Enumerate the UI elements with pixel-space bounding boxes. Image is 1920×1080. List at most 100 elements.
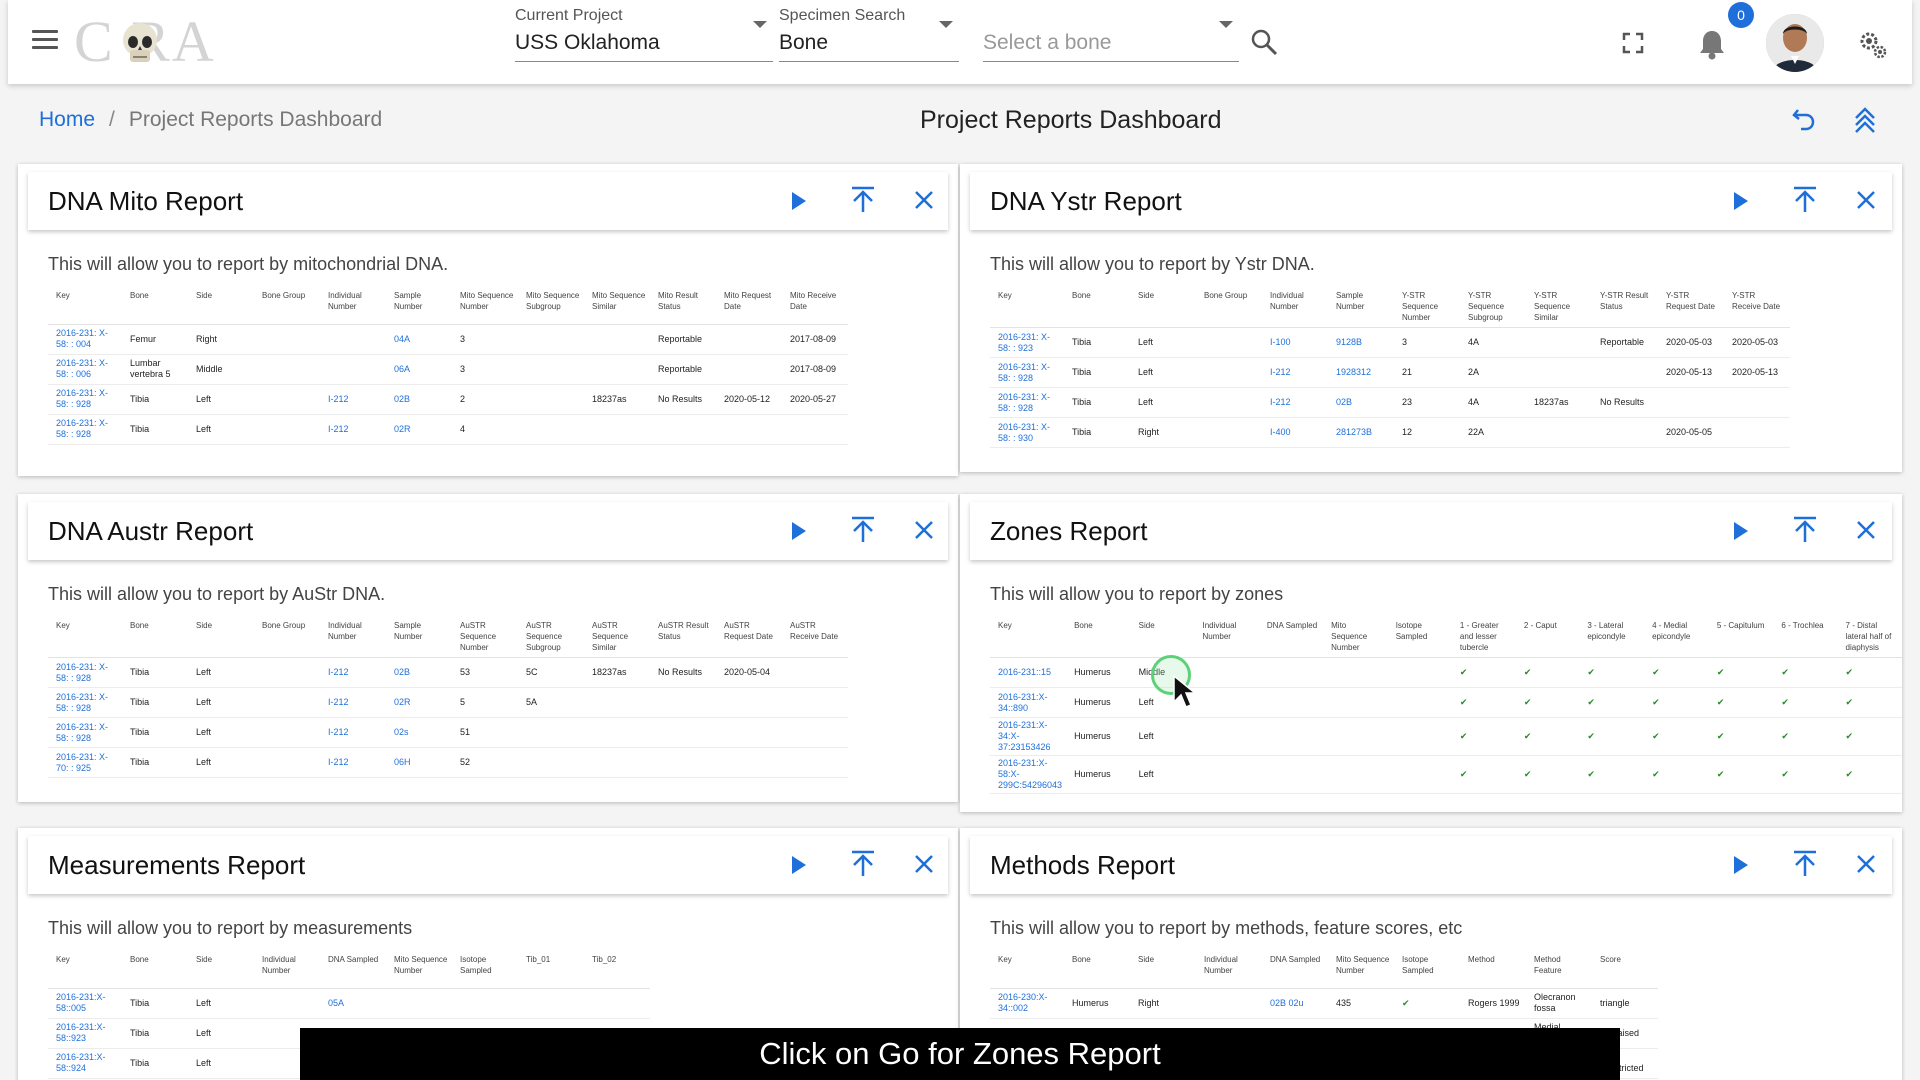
table-cell-link[interactable]: I-212 [320, 657, 386, 688]
table-cell-link[interactable]: 04A [386, 324, 452, 355]
chevron-down-icon[interactable] [939, 21, 953, 28]
specimen-search-value[interactable]: Bone [779, 26, 959, 62]
fullscreen-icon[interactable] [1622, 32, 1644, 54]
column-header: Isotope Sampled [1387, 618, 1452, 658]
table-cell [650, 687, 716, 718]
bone-select-placeholder[interactable]: Select a bone [983, 26, 1239, 62]
current-project-value[interactable]: USS Oklahoma [515, 26, 773, 62]
cora-logo[interactable]: C RA [74, 12, 244, 72]
settings-icon[interactable] [1858, 30, 1888, 60]
table-cell-link[interactable]: I-212 [320, 384, 386, 415]
move-to-top-icon[interactable] [1792, 850, 1818, 878]
table-cell-link[interactable]: 06A [386, 354, 452, 385]
table-cell-link[interactable]: 2016-231:X-58::924 [48, 1048, 122, 1079]
breadcrumb-home-link[interactable]: Home [39, 108, 95, 131]
current-project-select[interactable]: Current Project USS Oklahoma [515, 6, 773, 62]
table-cell-link[interactable]: I-212 [1262, 387, 1328, 418]
table-cell: Olecranon fossa [1526, 988, 1592, 1019]
table-cell-link[interactable]: 2016-231: X-58: : 928 [48, 717, 122, 748]
table-cell-link[interactable]: 2016-231: X-58: : 928 [48, 414, 122, 445]
play-icon[interactable] [1732, 190, 1750, 212]
table-cell-link[interactable]: 2016-231:X-58::005 [48, 988, 122, 1019]
table-cell-link[interactable]: 2016-231::15 [990, 657, 1067, 688]
table-cell [650, 717, 716, 748]
collapse-all-icon[interactable] [1853, 106, 1877, 134]
table-cell-link[interactable]: 02B [386, 384, 452, 415]
table-row: 2016-231: X-70: : 925 Tibia Left I-212 06H 52 [48, 747, 848, 778]
close-icon[interactable] [914, 520, 934, 540]
table-cell-link[interactable]: 2016-231: X-58: : 928 [48, 657, 122, 688]
column-header: Score [1592, 952, 1658, 989]
table-cell-link[interactable]: 02B [386, 657, 452, 688]
table-cell-link[interactable]: 02B [1328, 387, 1394, 418]
table-cell-link[interactable]: 2016-231:X-58:X-299C:54296043 [990, 755, 1067, 794]
close-icon[interactable] [1856, 190, 1876, 210]
play-icon[interactable] [790, 520, 808, 542]
table-cell-link[interactable]: 2016-231: X-58: : 928 [990, 357, 1064, 388]
table-cell-link[interactable]: 2016-231: X-58: : 004 [48, 324, 122, 355]
menu-icon[interactable] [32, 30, 58, 52]
table-cell: 18237as [584, 657, 650, 688]
play-icon[interactable] [790, 190, 808, 212]
check-icon: ✔ [1644, 687, 1709, 718]
column-header[interactable]: Key [990, 952, 1064, 989]
play-icon[interactable] [790, 854, 808, 876]
table-cell-link[interactable]: I-212 [320, 747, 386, 778]
move-to-top-icon[interactable] [1792, 516, 1818, 544]
column-header[interactable]: Key [990, 618, 1067, 658]
table-cell-link[interactable]: 02R [386, 414, 452, 445]
search-icon[interactable] [1250, 28, 1278, 56]
table-cell-link[interactable]: I-400 [1262, 417, 1328, 448]
table-cell-link[interactable]: 2016-231:X-34:X-37:23153426 [990, 717, 1067, 756]
move-to-top-icon[interactable] [1792, 186, 1818, 214]
table-cell-link[interactable]: I-100 [1262, 327, 1328, 358]
table-cell-link[interactable]: 2016-231: X-58: : 923 [990, 327, 1064, 358]
table-cell-link[interactable]: 281273B [1328, 417, 1394, 448]
table-cell: Lumbar vertebra 5 [122, 354, 188, 385]
close-icon[interactable] [1856, 854, 1876, 874]
play-icon[interactable] [1732, 520, 1750, 542]
table-cell-link[interactable]: 02s [386, 717, 452, 748]
undo-icon[interactable] [1792, 106, 1816, 132]
table-cell-link[interactable]: I-212 [320, 687, 386, 718]
table-cell-link[interactable]: 1928312 [1328, 357, 1394, 388]
table-cell-link[interactable]: 2016-231:X-34::890 [990, 687, 1067, 718]
panel-header: DNA Austr Report [28, 502, 948, 560]
bell-icon[interactable] [1698, 28, 1726, 60]
column-header[interactable]: Key [48, 288, 122, 325]
play-icon[interactable] [1732, 854, 1750, 876]
table-cell-link[interactable]: 05A [320, 988, 386, 1019]
move-to-top-icon[interactable] [850, 516, 876, 544]
table-cell-link[interactable]: 2016-231: X-58: : 928 [48, 687, 122, 718]
table-cell-link[interactable]: 2016-231: X-58: : 006 [48, 354, 122, 385]
bone-select[interactable]: Select a bone [983, 6, 1239, 62]
table-cell-link[interactable]: 2016-231: X-58: : 928 [990, 387, 1064, 418]
table-cell-link[interactable]: 02B 02u [1262, 988, 1328, 1019]
move-to-top-icon[interactable] [850, 186, 876, 214]
table-cell-link[interactable]: I-212 [320, 414, 386, 445]
chevron-down-icon[interactable] [1219, 21, 1233, 28]
table-cell-link[interactable]: 9128B [1328, 327, 1394, 358]
column-header[interactable]: Key [48, 952, 122, 989]
table-cell: 4A [1460, 327, 1526, 358]
close-icon[interactable] [914, 854, 934, 874]
column-header[interactable]: Key [48, 618, 122, 658]
table-cell-link[interactable]: 2016-231:X-58::923 [48, 1018, 122, 1049]
table-cell-link[interactable]: 02R [386, 687, 452, 718]
specimen-search-select[interactable]: Specimen Search Bone [779, 6, 959, 62]
table-cell-link[interactable]: 2016-231: X-70: : 925 [48, 747, 122, 778]
close-icon[interactable] [1856, 520, 1876, 540]
close-icon[interactable] [914, 190, 934, 210]
table-cell-link[interactable]: 06H [386, 747, 452, 778]
column-header: 7 - Distal lateral half of diaphysis [1837, 618, 1902, 658]
table-cell-link[interactable]: I-212 [1262, 357, 1328, 388]
table-cell: Left [188, 687, 254, 718]
column-header[interactable]: Key [990, 288, 1064, 328]
avatar[interactable] [1766, 14, 1824, 72]
table-cell-link[interactable]: 2016-231: X-58: : 928 [48, 384, 122, 415]
table-cell-link[interactable]: I-212 [320, 717, 386, 748]
table-cell-link[interactable]: 2016-231: X-58: : 930 [990, 417, 1064, 448]
move-to-top-icon[interactable] [850, 850, 876, 878]
chevron-down-icon[interactable] [753, 21, 767, 28]
table-cell-link[interactable]: 2016-230:X-34::002 [990, 988, 1064, 1019]
